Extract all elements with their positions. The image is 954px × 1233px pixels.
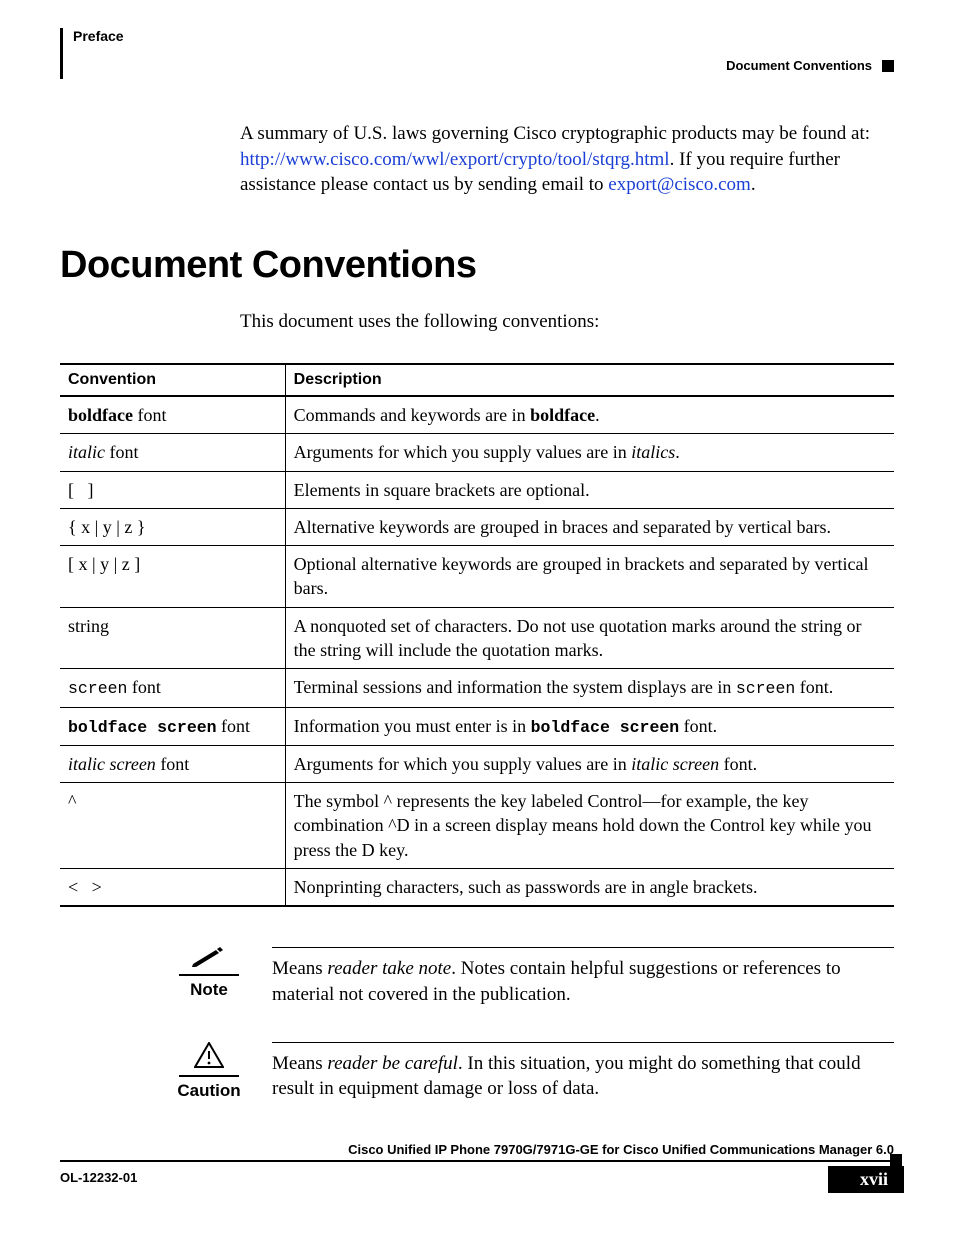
table-row: [ ]Elements in square brackets are optio…: [60, 471, 894, 508]
table-header-convention: Convention: [60, 364, 285, 396]
table-row: italic fontArguments for which you suppl…: [60, 434, 894, 471]
desc-cell: Terminal sessions and information the sy…: [285, 669, 894, 707]
table-row: < >Nonprinting characters, such as passw…: [60, 869, 894, 907]
conventions-table: Convention Description boldface fontComm…: [60, 363, 894, 907]
caution-body: Means reader be careful. In this situati…: [272, 1053, 861, 1100]
page-footer: Cisco Unified IP Phone 7970G/7971G-GE fo…: [60, 1142, 894, 1193]
table-row: ^The symbol ^ represents the key labeled…: [60, 783, 894, 869]
desc-cell: The symbol ^ represents the key labeled …: [285, 783, 894, 869]
footer-book-title: Cisco Unified IP Phone 7970G/7971G-GE fo…: [348, 1142, 894, 1157]
desc-cell: Arguments for which you supply values ar…: [285, 745, 894, 782]
conv-cell: ^: [60, 783, 285, 869]
note-label: Note: [164, 980, 254, 1000]
desc-cell: Optional alternative keywords are groupe…: [285, 546, 894, 608]
table-row: italic screen fontArguments for which yo…: [60, 745, 894, 782]
desc-cell: A nonquoted set of characters. Do not us…: [285, 607, 894, 669]
section-name-header: Document Conventions: [726, 58, 872, 73]
chapter-name: Preface: [73, 28, 894, 44]
conv-cell: screen font: [60, 669, 285, 707]
note-block: Note Means reader take note. Notes conta…: [164, 947, 894, 1007]
intro-text-post: .: [751, 174, 756, 195]
conv-cell: boldface screen font: [60, 707, 285, 745]
footer-doc-id: OL-12232-01: [60, 1166, 137, 1193]
conv-cell: boldface font: [60, 396, 285, 434]
section-heading: Document Conventions: [60, 244, 894, 287]
desc-cell: Commands and keywords are in boldface.: [285, 396, 894, 434]
conv-cell: italic font: [60, 434, 285, 471]
table-row: stringA nonquoted set of characters. Do …: [60, 607, 894, 669]
footer-page-number: xvii: [828, 1166, 904, 1193]
table-header-description: Description: [285, 364, 894, 396]
desc-cell: Elements in square brackets are optional…: [285, 471, 894, 508]
caution-triangle-icon: [194, 1042, 224, 1073]
conv-cell: < >: [60, 869, 285, 907]
desc-cell: Nonprinting characters, such as password…: [285, 869, 894, 907]
conv-cell: { x | y | z }: [60, 508, 285, 545]
header-marker-icon: [882, 60, 894, 72]
desc-cell: Alternative keywords are grouped in brac…: [285, 508, 894, 545]
conv-cell: [ ]: [60, 471, 285, 508]
intro-paragraph: A summary of U.S. laws governing Cisco c…: [240, 121, 894, 198]
note-body: Means reader take note. Notes contain he…: [272, 958, 841, 1005]
conv-cell: italic screen font: [60, 745, 285, 782]
conv-cell: string: [60, 607, 285, 669]
intro-text-pre: A summary of U.S. laws governing Cisco c…: [240, 123, 870, 144]
table-row: { x | y | z }Alternative keywords are gr…: [60, 508, 894, 545]
export-email-link[interactable]: export@cisco.com: [608, 174, 751, 195]
table-row: [ x | y | z ]Optional alternative keywor…: [60, 546, 894, 608]
table-row: boldface screen fontInformation you must…: [60, 707, 894, 745]
conv-cell: [ x | y | z ]: [60, 546, 285, 608]
crypto-url-link[interactable]: http://www.cisco.com/wwl/export/crypto/t…: [240, 149, 670, 170]
section-lead-text: This document uses the following convent…: [240, 311, 894, 333]
desc-cell: Information you must enter is in boldfac…: [285, 707, 894, 745]
pencil-icon: [192, 947, 226, 972]
caution-label: Caution: [164, 1081, 254, 1101]
desc-cell: Arguments for which you supply values ar…: [285, 434, 894, 471]
table-row: boldface fontCommands and keywords are i…: [60, 396, 894, 434]
page-header: Preface Document Conventions: [60, 28, 894, 79]
caution-block: Caution Means reader be careful. In this…: [164, 1042, 894, 1102]
table-row: screen fontTerminal sessions and informa…: [60, 669, 894, 707]
